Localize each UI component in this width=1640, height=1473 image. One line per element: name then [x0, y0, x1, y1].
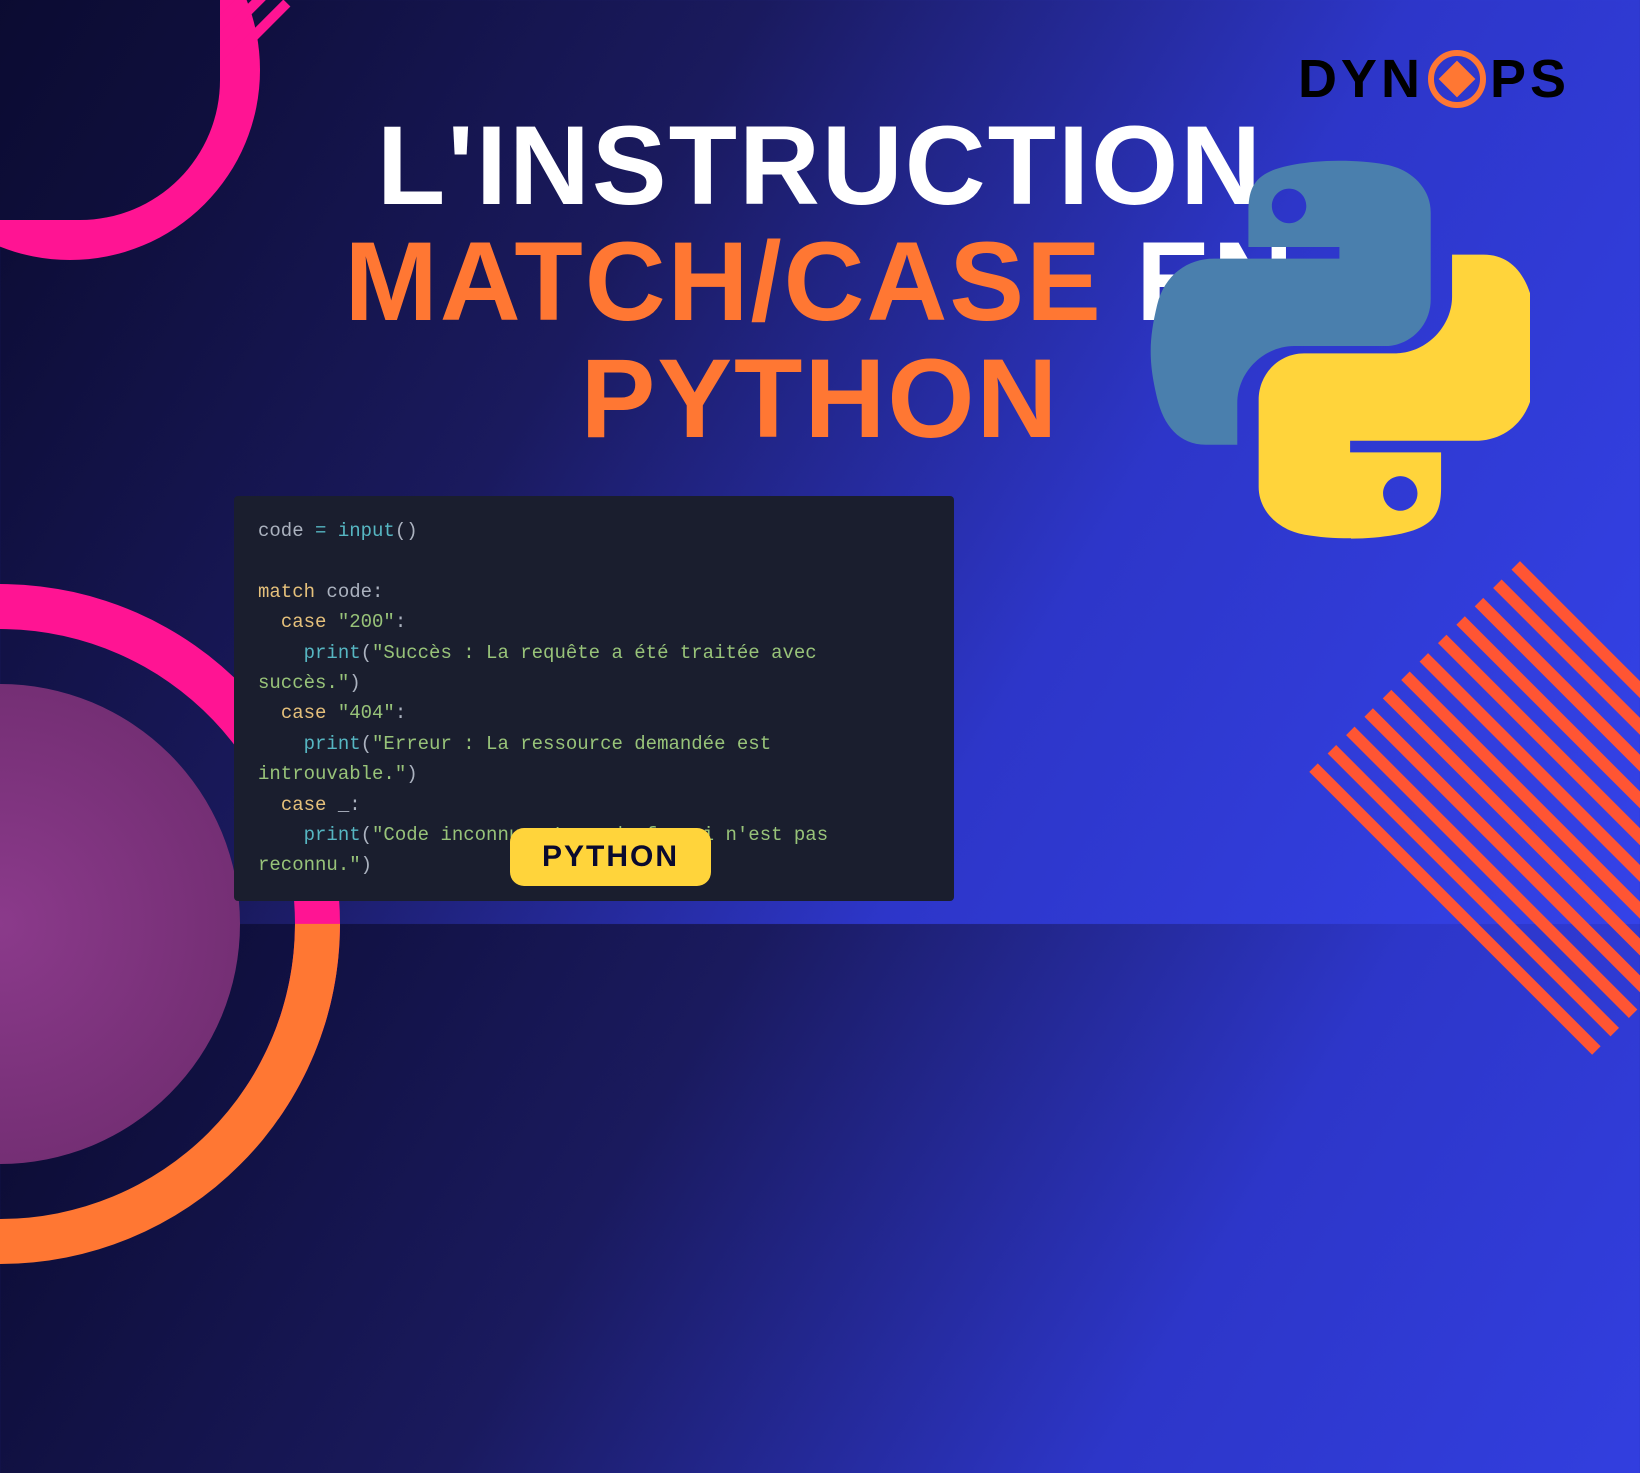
- code-line-blank: [258, 546, 930, 576]
- brand-part2: PS: [1490, 48, 1570, 110]
- code-line-6: case "404":: [258, 698, 930, 728]
- title-matchcase: MATCH/CASE: [344, 219, 1102, 344]
- decoration-bottom-right: [1237, 561, 1640, 1127]
- code-line-7: print("Erreur : La ressource demandée es…: [258, 729, 930, 790]
- code-line-3: match code:: [258, 577, 930, 607]
- code-line-4: case "200":: [258, 607, 930, 637]
- python-badge: PYTHON: [510, 828, 711, 886]
- badge-label: PYTHON: [542, 840, 679, 873]
- brand-part1: DYN: [1298, 48, 1424, 110]
- dynops-diamond-icon: [1428, 50, 1486, 108]
- code-line-1: code = input(): [258, 516, 930, 546]
- brand-logo: DYN PS: [1298, 48, 1570, 110]
- code-line-5: print("Succès : La requête a été traitée…: [258, 638, 930, 699]
- code-line-8: case _:: [258, 790, 930, 820]
- python-logo-icon: [1150, 160, 1530, 540]
